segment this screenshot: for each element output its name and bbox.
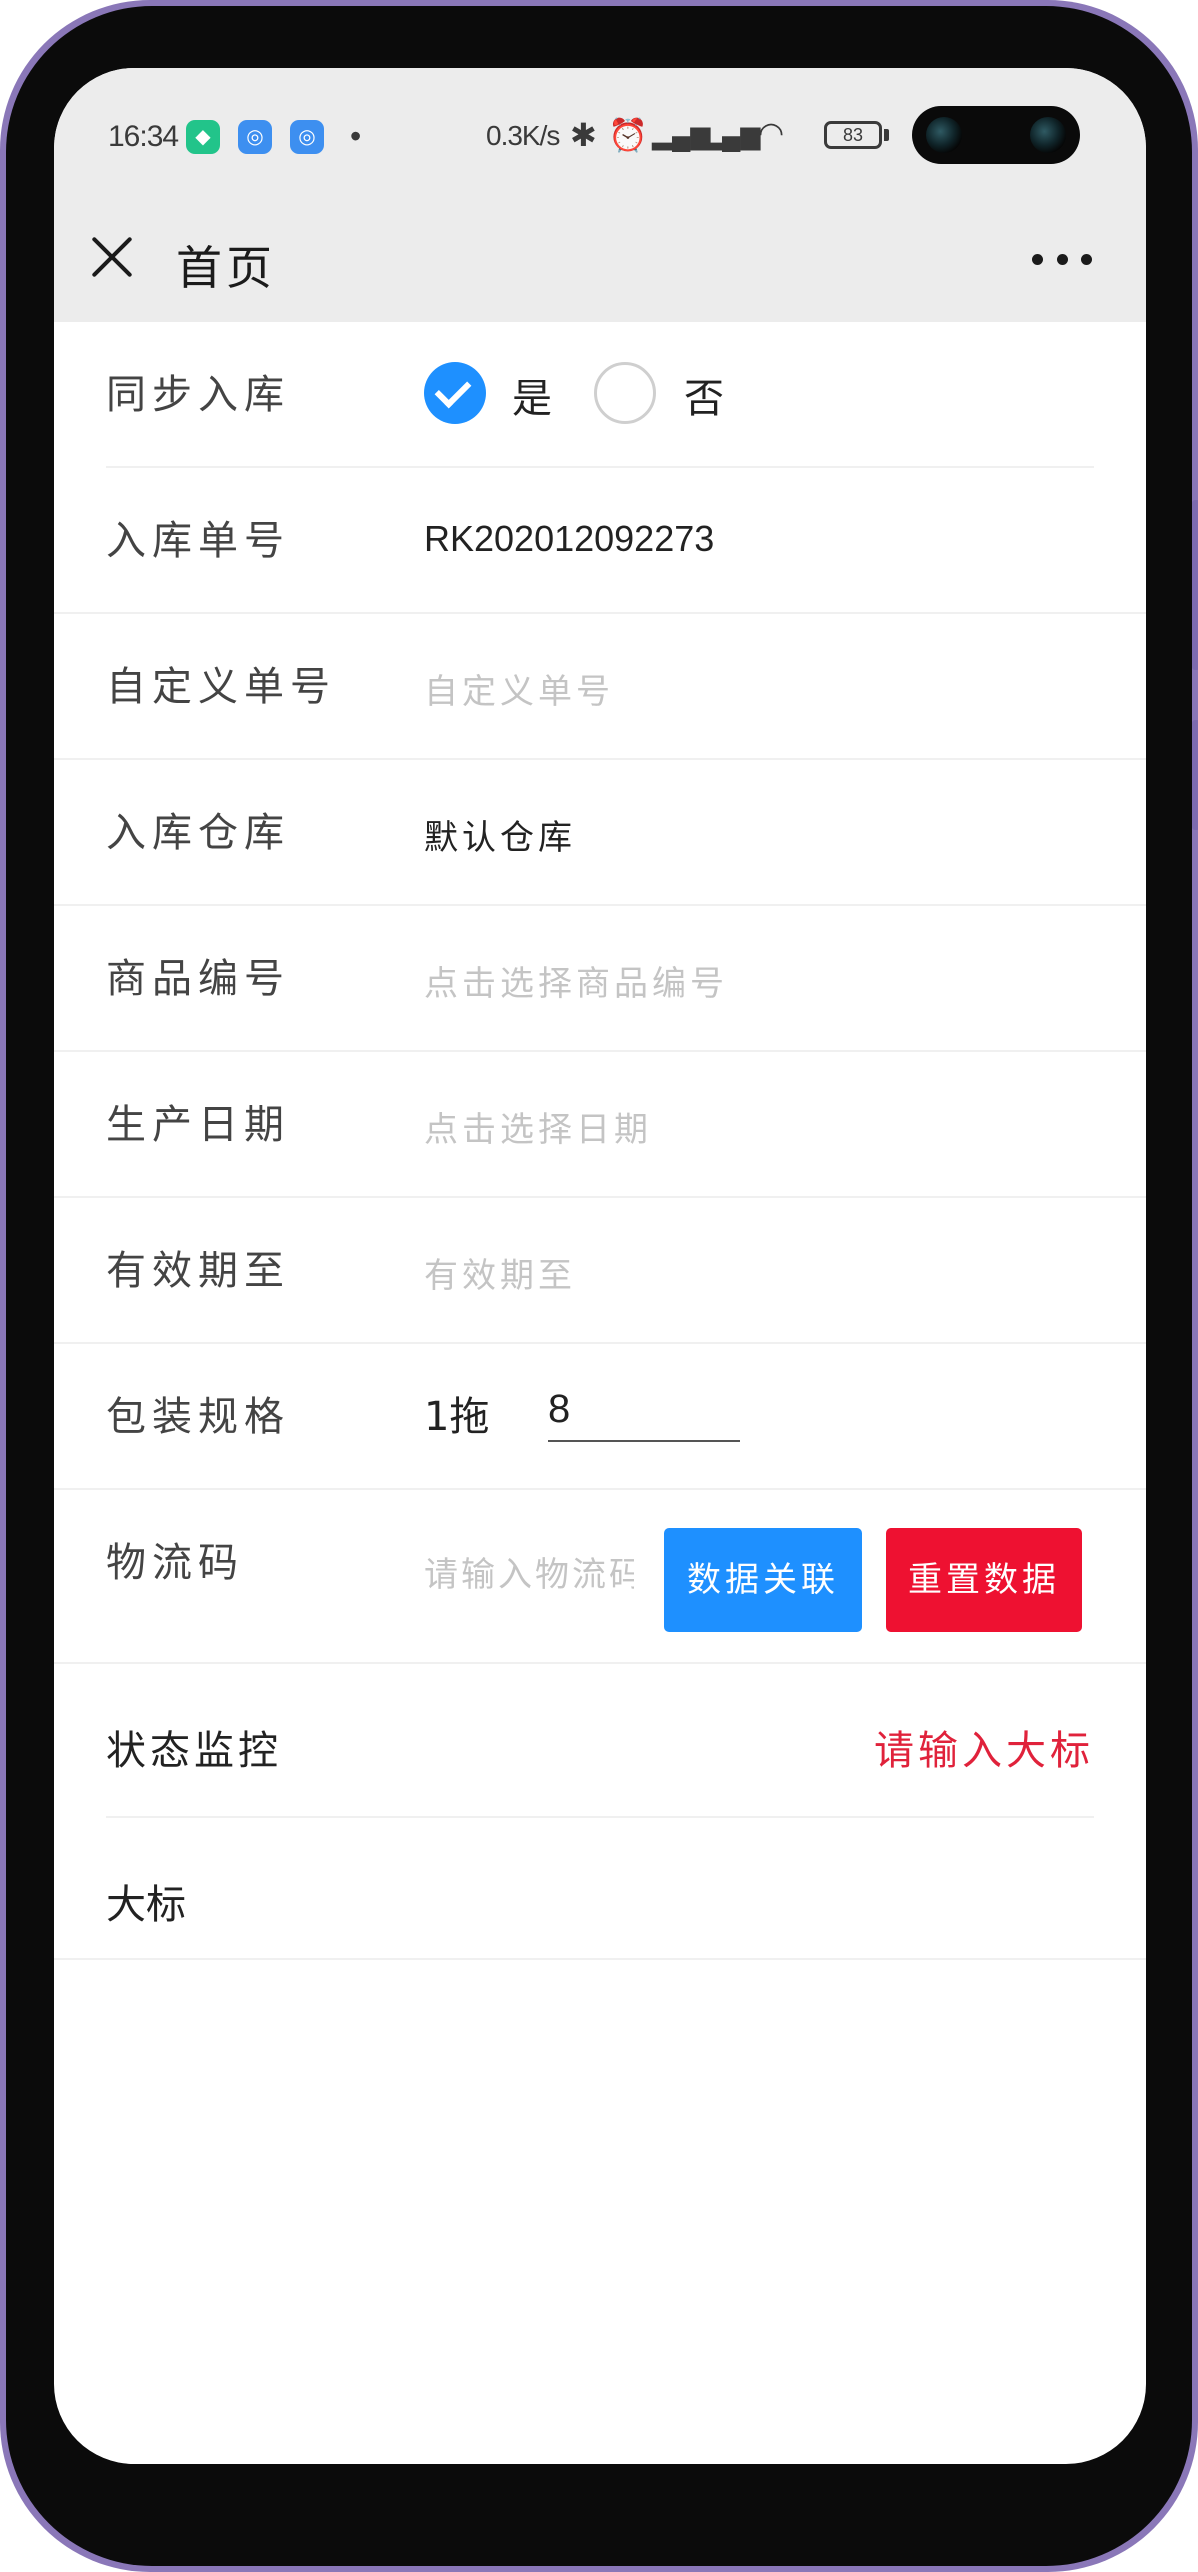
reset-data-button[interactable]: 重置数据 [886,1528,1082,1632]
warehouse-value[interactable]: 默认仓库 [424,810,576,859]
battery-icon: 83 [824,121,882,149]
radio-no[interactable] [594,362,656,424]
row-warehouse[interactable]: 入库仓库 默认仓库 [54,760,1146,906]
order-no-value: RK202012092273 [424,518,715,559]
monitor-status-text: 请输入大标 [874,1728,1094,1774]
page-title: 首页 [176,241,276,295]
row-sync: 同步入库 是 否 [54,322,1146,468]
row-divider [54,1958,1146,1960]
battery-tip [884,129,889,141]
phone-frame: 16:34 ◆ ◎ ◎ • 0.3K/s ✱ ⏰ ▂▄▆ ▂▄▆ ◠ 83 首页… [0,0,1198,2572]
wifi-icon: ◠ [758,117,785,150]
expiry-picker[interactable]: 有效期至 [424,1248,576,1297]
close-icon[interactable] [86,230,138,282]
logistics-label: 物流码 [106,1540,244,1586]
packaging-prefix: 1拖 [424,1394,490,1440]
more-dot [1056,254,1068,265]
screen: 16:34 ◆ ◎ ◎ • 0.3K/s ✱ ⏰ ▂▄▆ ▂▄▆ ◠ 83 首页… [54,68,1146,2464]
camera-lens-icon [1030,117,1066,153]
order-no-label: 入库单号 [106,518,290,564]
signal-icon: ▂▄▆ [702,120,761,150]
notification-dot-icon: • [350,118,362,154]
inbound-form: 同步入库 是 否 入库单号 RK202012092273 自定义单号 自定义单号 [54,322,1146,1960]
data-link-button[interactable]: 数据关联 [664,1528,862,1632]
radio-yes[interactable] [424,362,486,424]
more-dot [1032,254,1043,265]
custom-no-input[interactable]: 自定义单号 [424,664,614,713]
more-dot [1081,254,1092,265]
row-logistics: 物流码 数据关联 重置数据 [54,1490,1146,1664]
warehouse-label: 入库仓库 [106,810,290,856]
big-label-label: 大标 [106,1882,186,1928]
production-date-label: 生产日期 [106,1102,290,1148]
packaging-label: 包装规格 [106,1394,290,1440]
camera-cutout [912,106,1080,164]
production-date-picker[interactable]: 点击选择日期 [424,1102,652,1151]
row-production-date[interactable]: 生产日期 点击选择日期 [54,1052,1146,1198]
custom-no-label: 自定义单号 [106,664,336,710]
bluetooth-icon: ✱ [570,117,597,153]
shield-app-icon: ◆ [186,120,220,154]
expiry-label: 有效期至 [106,1248,290,1294]
radio-no-label[interactable]: 否 [684,366,724,424]
swirl-app-icon: ◎ [290,120,324,154]
monitor-label: 状态监控 [106,1728,282,1774]
swirl-app-icon: ◎ [238,120,272,154]
row-expiry[interactable]: 有效期至 有效期至 [54,1198,1146,1344]
row-monitor: 状态监控 请输入大标 [54,1664,1146,1818]
product-no-picker[interactable]: 点击选择商品编号 [424,956,728,1005]
phone-bezel: 16:34 ◆ ◎ ◎ • 0.3K/s ✱ ⏰ ▂▄▆ ▂▄▆ ◠ 83 首页… [6,6,1192,2566]
row-order-no: 入库单号 RK202012092273 [54,468,1146,614]
nav-bar: 首页 [54,194,1146,322]
net-speed: 0.3K/s [486,120,560,151]
power-button [1192,720,1198,830]
row-packaging: 包装规格 1拖 [54,1344,1146,1490]
more-icon[interactable] [1032,254,1092,266]
logistics-code-input[interactable] [424,1550,634,1600]
packaging-quantity-input[interactable] [548,1378,740,1442]
row-custom-no[interactable]: 自定义单号 自定义单号 [54,614,1146,760]
row-big-label: 大标 [54,1818,1146,1960]
sync-label: 同步入库 [106,372,290,418]
product-no-label: 商品编号 [106,956,290,1002]
row-product-no[interactable]: 商品编号 点击选择商品编号 [54,906,1146,1052]
radio-yes-label[interactable]: 是 [512,366,552,424]
status-time: 16:34 [108,120,179,153]
camera-lens-icon [926,117,962,153]
alarm-icon: ⏰ [608,117,648,153]
status-bar: 16:34 ◆ ◎ ◎ • 0.3K/s ✱ ⏰ ▂▄▆ ▂▄▆ ◠ 83 [54,68,1146,194]
volume-button [1192,500,1198,670]
